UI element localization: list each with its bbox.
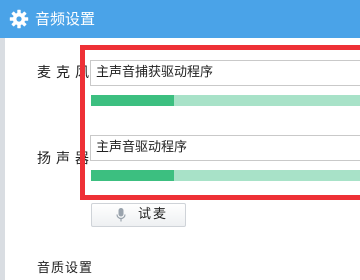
test-mic-button[interactable]: 试麦 [91,203,186,227]
speaker-level-meter [91,170,360,181]
speaker-device-select[interactable]: 主声音驱动程序 [90,135,360,161]
audio-quality-heading: 音质设置 [37,261,94,276]
window-title: 音频设置 [35,10,96,28]
left-edge [0,38,5,280]
title-bar: 音频设置 [0,0,360,38]
test-mic-label: 试麦 [138,207,169,222]
microphone-icon [116,208,126,222]
microphone-level-fill [91,95,175,106]
microphone-level-meter [91,95,360,106]
speaker-label: 扬声器 [37,151,94,167]
microphone-label: 麦克风 [37,65,94,81]
microphone-device-select[interactable]: 主声音捕获驱动程序 [90,60,360,86]
speaker-level-fill [91,170,175,181]
gear-icon [9,9,29,29]
